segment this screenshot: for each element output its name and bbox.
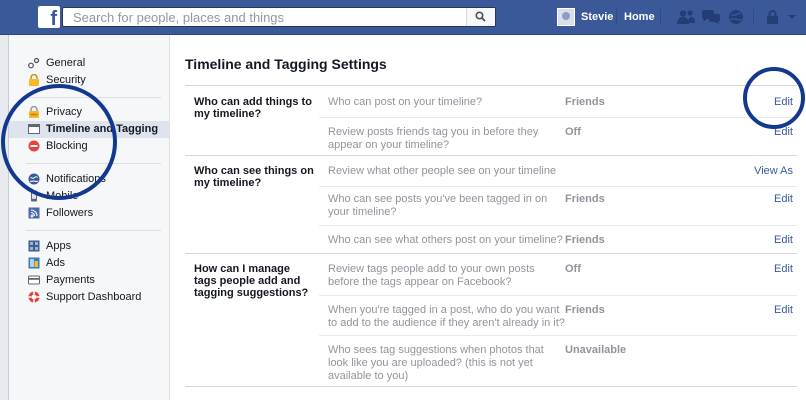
- section-divider: [185, 386, 797, 387]
- edit-button[interactable]: Edit: [774, 126, 793, 138]
- notifications-icon[interactable]: [727, 9, 745, 25]
- support-icon: [28, 291, 40, 303]
- sidebar-item-apps[interactable]: Apps: [9, 238, 169, 255]
- setting-question: Who can see posts you've been tagged in …: [328, 193, 548, 218]
- setting-value: Off: [565, 126, 581, 138]
- sidebar-item-label: Notifications: [46, 173, 106, 185]
- gear-icon: [28, 57, 40, 69]
- edit-button[interactable]: Edit: [774, 193, 793, 205]
- sidebar-item-notifications[interactable]: Notifications: [9, 171, 169, 188]
- friend-requests-icon[interactable]: [676, 9, 696, 25]
- sidebar-item-label: Timeline and Tagging: [46, 123, 159, 135]
- view-as-button[interactable]: View As: [754, 165, 793, 177]
- topbar-divider: [753, 9, 754, 25]
- settings-page: General Security Privacy Timeline and Ta: [8, 35, 806, 400]
- setting-value: Friends: [565, 96, 605, 108]
- section-label: How can I manage tags people add and tag…: [194, 263, 309, 299]
- sidebar-item-label: Mobile: [46, 190, 79, 202]
- notifications-icon: [28, 173, 40, 185]
- sidebar-item-blocking[interactable]: Blocking: [9, 138, 169, 155]
- privacy-shortcuts-icon[interactable]: [765, 9, 781, 25]
- sidebar-item-label: Security: [46, 74, 86, 86]
- sidebar-item-label: Blocking: [46, 140, 88, 152]
- ads-icon: [28, 257, 40, 269]
- sidebar-item-label: Support Dashboard: [46, 291, 142, 303]
- sidebar-item-label: Apps: [46, 240, 72, 252]
- topbar-divider: [660, 9, 661, 25]
- profile-link[interactable]: Stevie: [581, 11, 613, 23]
- row-divider: [319, 335, 797, 336]
- sidebar-divider: [26, 163, 161, 164]
- sidebar-item-ads[interactable]: Ads: [9, 255, 169, 272]
- sidebar-item-mobile[interactable]: Mobile: [9, 188, 169, 205]
- edit-button[interactable]: Edit: [774, 263, 793, 275]
- section-divider: [185, 253, 797, 254]
- settings-content: Timeline and Tagging Settings Who can ad…: [185, 35, 806, 400]
- row-divider: [319, 186, 797, 187]
- sidebar-item-security[interactable]: Security: [9, 72, 169, 89]
- search-box: [62, 7, 496, 27]
- setting-value: Unavailable: [565, 344, 627, 356]
- setting-question: When you're tagged in a post, who do you…: [328, 304, 565, 329]
- facebook-logo[interactable]: f: [38, 6, 60, 30]
- topbar-divider: [616, 9, 617, 25]
- sidebar-item-support-dashboard[interactable]: Support Dashboard: [9, 289, 169, 306]
- search-button[interactable]: [466, 8, 495, 26]
- mobile-icon: [31, 190, 37, 202]
- setting-value: Friends: [565, 234, 605, 246]
- messages-icon[interactable]: [701, 9, 721, 25]
- timeline-icon: [28, 124, 40, 134]
- payments-icon: [28, 275, 40, 285]
- edit-button[interactable]: Edit: [774, 96, 793, 108]
- setting-question: Who can post on your timeline?: [328, 96, 483, 108]
- row-divider: [319, 117, 797, 118]
- top-bar: f Stevie Home: [0, 0, 806, 35]
- sidebar-item-label: Followers: [46, 207, 94, 219]
- setting-value: Off: [565, 263, 581, 275]
- blocking-icon: [28, 140, 40, 152]
- home-link[interactable]: Home: [624, 11, 655, 23]
- edit-button[interactable]: Edit: [774, 304, 793, 316]
- sidebar-item-label: Payments: [46, 274, 95, 286]
- account-menu-icon[interactable]: [786, 9, 798, 25]
- followers-icon: [28, 207, 40, 219]
- sidebar-item-followers[interactable]: Followers: [9, 205, 169, 222]
- lock-icon: [29, 74, 39, 86]
- sidebar-item-payments[interactable]: Payments: [9, 272, 169, 289]
- setting-question: Review posts friends tag you in before t…: [328, 126, 539, 151]
- sidebar-item-label: Ads: [46, 257, 65, 269]
- section-divider: [185, 85, 797, 86]
- setting-question: Who can see what others post on your tim…: [328, 234, 563, 246]
- sidebar-item-general[interactable]: General: [9, 55, 169, 72]
- section-divider: [185, 155, 797, 156]
- privacy-icon: [29, 106, 39, 118]
- page-title: Timeline and Tagging Settings: [185, 56, 387, 72]
- sidebar-item-privacy[interactable]: Privacy: [9, 104, 169, 121]
- settings-sidebar: General Security Privacy Timeline and Ta: [9, 35, 170, 400]
- search-icon: [475, 11, 486, 22]
- setting-value: Friends: [565, 193, 605, 205]
- setting-question: Review what other people see on your tim…: [328, 165, 557, 177]
- setting-question: Who sees tag suggestions when photos tha…: [328, 344, 544, 382]
- row-divider: [319, 295, 797, 296]
- avatar[interactable]: [557, 8, 575, 26]
- setting-value: Friends: [565, 304, 605, 316]
- section-label: Who can see things on my timeline?: [194, 165, 314, 189]
- search-input[interactable]: [63, 8, 473, 26]
- sidebar-divider: [26, 97, 161, 98]
- setting-question: Review tags people add to your own posts…: [328, 263, 535, 288]
- sidebar-divider: [26, 230, 161, 231]
- edit-button[interactable]: Edit: [774, 234, 793, 246]
- sidebar-item-label: General: [46, 57, 86, 69]
- logo-letter: f: [50, 8, 57, 30]
- row-divider: [319, 225, 797, 226]
- sidebar-item-label: Privacy: [46, 106, 83, 118]
- section-label: Who can add things to my timeline?: [194, 96, 312, 120]
- sidebar-item-timeline-and-tagging[interactable]: Timeline and Tagging: [9, 121, 169, 138]
- apps-icon: [28, 240, 40, 252]
